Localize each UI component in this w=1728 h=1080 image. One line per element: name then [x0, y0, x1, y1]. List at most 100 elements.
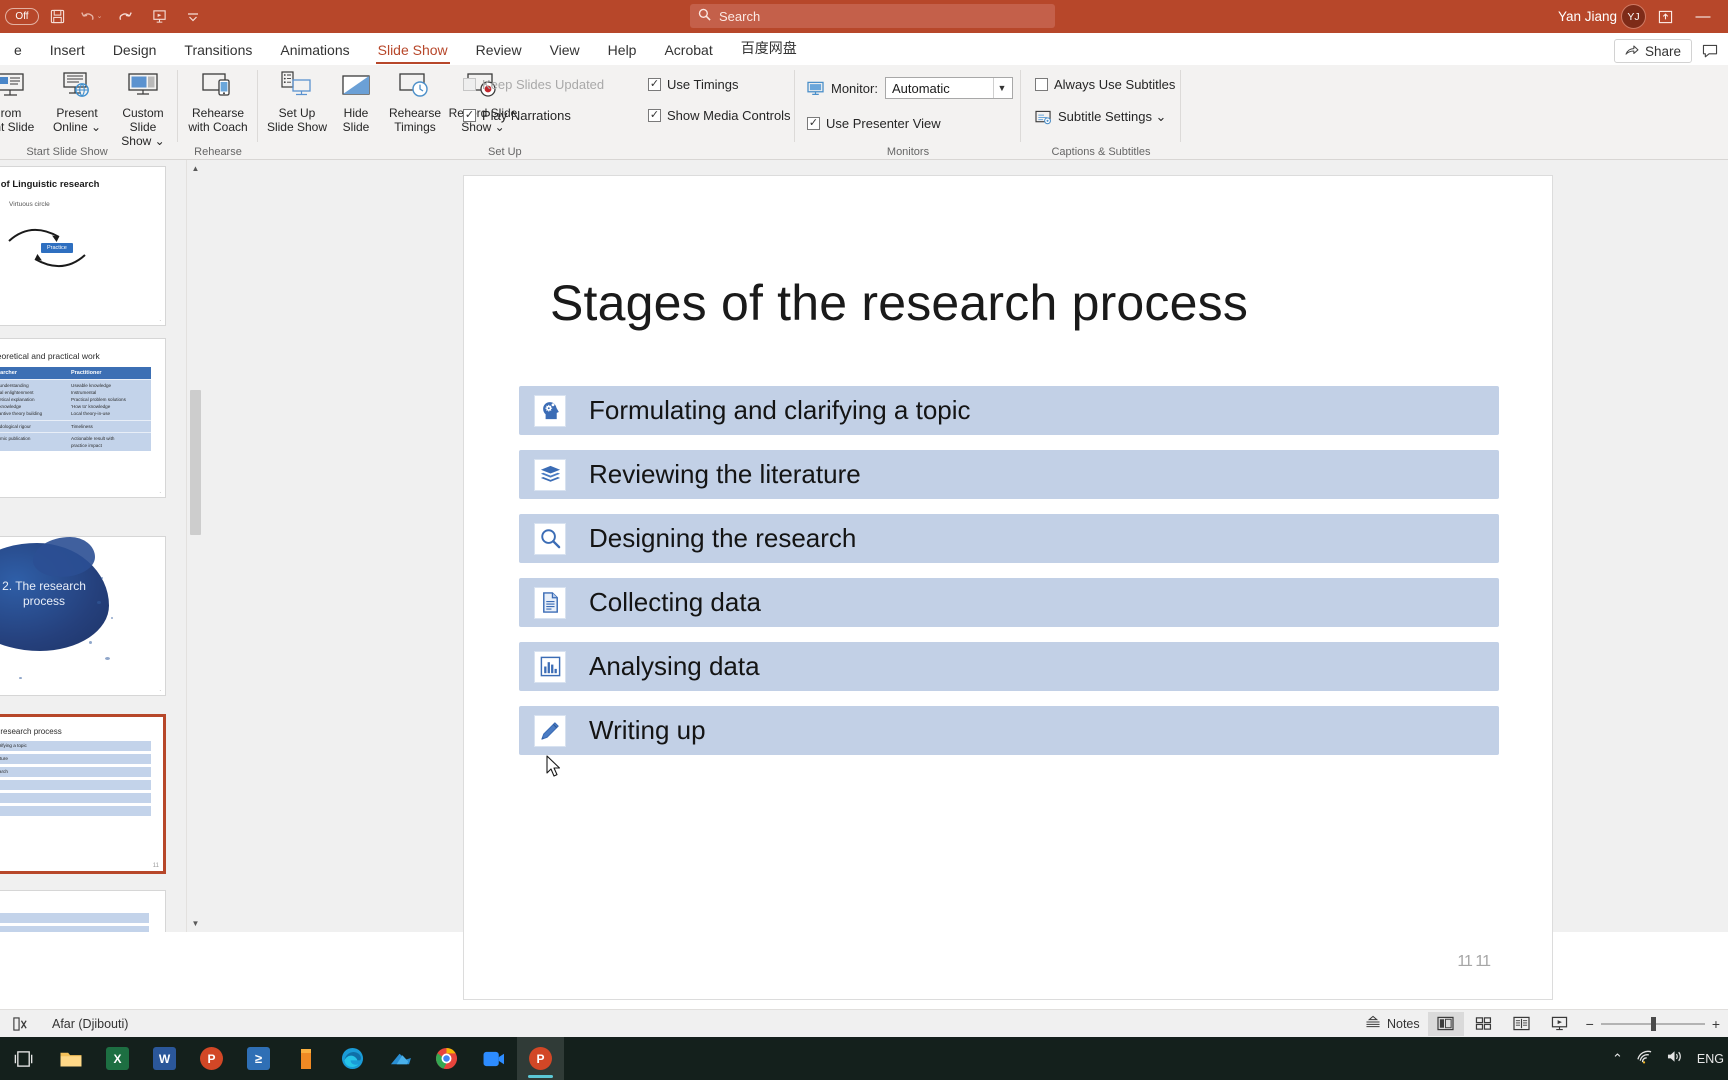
tab-animations[interactable]: Animations: [266, 39, 363, 65]
excel-icon[interactable]: X: [94, 1037, 141, 1080]
thumb-bar: [0, 780, 151, 790]
file-explorer-icon[interactable]: [47, 1037, 94, 1080]
thumb-tag-practice: Practice: [41, 243, 73, 253]
zoom-slider[interactable]: − +: [1586, 1016, 1720, 1032]
more-commands-icon[interactable]: [177, 3, 209, 31]
autosave-toggle[interactable]: Off: [5, 8, 39, 25]
slide-title[interactable]: Stages of the research process: [550, 274, 1248, 332]
checkbox-show-media-controls[interactable]: ✓ Show Media Controls: [648, 108, 791, 123]
checkbox-keep-slides-updated[interactable]: Keep Slides Updated: [463, 77, 604, 92]
notepad-icon[interactable]: [282, 1037, 329, 1080]
tab-view[interactable]: View: [536, 39, 594, 65]
thumbnail-slide-linguistic-research[interactable]: gs of Linguistic research Virtuous circl…: [0, 166, 166, 326]
tray-chevron-icon[interactable]: ⌃: [1612, 1051, 1623, 1067]
scroll-up-arrow-icon[interactable]: ▲: [187, 160, 204, 177]
rehearse-with-coach-button[interactable]: Rehearse with Coach: [183, 65, 253, 134]
slide-row-formulating[interactable]: Formulating and clarifying a topic: [519, 386, 1499, 435]
zoom-knob[interactable]: [1650, 1016, 1656, 1031]
checkbox-play-narrations[interactable]: ✓ Play Narrations: [463, 108, 604, 123]
zoom-in-button[interactable]: +: [1712, 1016, 1720, 1032]
tab-design[interactable]: Design: [99, 39, 171, 65]
tab-acrobat[interactable]: Acrobat: [650, 39, 726, 65]
rehearse-with-coach-label: Rehearse with Coach: [188, 106, 248, 135]
custom-slide-show-button[interactable]: Custom Slide Show ⌄: [110, 65, 176, 148]
current-slide[interactable]: Stages of the research process Formulati…: [463, 175, 1553, 1000]
edge-icon[interactable]: [329, 1037, 376, 1080]
notes-button[interactable]: Notes: [1359, 1012, 1426, 1036]
checkbox-use-presenter-view[interactable]: ✓ Use Presenter View: [807, 116, 1013, 131]
set-up-slide-show-button[interactable]: Set Up Slide Show: [264, 65, 330, 134]
tab-file[interactable]: e: [0, 39, 36, 65]
tab-baidu-netdisk[interactable]: 百度网盘: [727, 35, 811, 65]
slide-thumbnail-pane[interactable]: gs of Linguistic research Virtuous circl…: [0, 160, 186, 932]
reading-view-icon[interactable]: [1504, 1012, 1540, 1036]
thumbnail-slide-stages-of-research-process[interactable]: the research process d clarifying a topi…: [0, 714, 166, 874]
slide-row-analysing[interactable]: Analysing data: [519, 642, 1499, 691]
slide-row-writing-up[interactable]: Writing up: [519, 706, 1499, 755]
chrome-icon[interactable]: [423, 1037, 470, 1080]
hide-slide-button[interactable]: Hide Slide: [330, 65, 382, 134]
search-box[interactable]: Search: [690, 4, 1055, 28]
tab-review[interactable]: Review: [462, 39, 536, 65]
start-presentation-icon[interactable]: [143, 3, 175, 31]
comment-icon[interactable]: [1696, 39, 1724, 63]
tab-transitions[interactable]: Transitions: [170, 39, 266, 65]
document-icon: [534, 586, 566, 619]
tab-slide-show[interactable]: Slide Show: [364, 39, 462, 65]
onedrive-icon[interactable]: [376, 1037, 423, 1080]
normal-view-icon[interactable]: [1427, 1011, 1464, 1036]
tab-insert[interactable]: Insert: [36, 39, 99, 65]
slide-row-reviewing[interactable]: Reviewing the literature: [519, 450, 1499, 499]
title-bar: Off ⌄ The nature of language and linguis…: [0, 0, 1728, 33]
share-button[interactable]: Share: [1613, 39, 1692, 63]
language-status[interactable]: Afar (Djibouti): [46, 1012, 134, 1036]
checkbox-label: Keep Slides Updated: [482, 77, 605, 92]
redo-icon[interactable]: [109, 3, 141, 31]
tray-language[interactable]: ENG: [1697, 1052, 1724, 1066]
subtitle-settings-button[interactable]: Subtitle Settings ⌄: [1035, 109, 1175, 125]
thumbnail-scrollbar[interactable]: ▲ ▼: [186, 160, 204, 932]
accessibility-checker-icon[interactable]: [6, 1012, 34, 1036]
hide-slide-label: Hide Slide: [342, 106, 370, 135]
thumb-title: gs of Linguistic research: [0, 179, 100, 190]
monitor-select[interactable]: Automatic ▼: [884, 77, 1013, 99]
thumbnail-slide-theoretical-practical[interactable]: f theoretical and practical work Researc…: [0, 338, 166, 498]
word-icon[interactable]: W: [141, 1037, 188, 1080]
checkbox-always-use-subtitles[interactable]: Always Use Subtitles: [1035, 77, 1175, 92]
powerpoint-icon[interactable]: P: [188, 1037, 235, 1080]
task-view-icon[interactable]: [0, 1037, 47, 1080]
excel-glyph: X: [113, 1051, 122, 1066]
present-online-button[interactable]: Present Online ⌄: [44, 65, 110, 148]
slide-show-icon[interactable]: [1542, 1012, 1578, 1036]
powerpoint-active-glyph: P: [536, 1051, 545, 1066]
undo-icon[interactable]: ⌄: [75, 3, 107, 31]
thumbnail-slide-next[interactable]: [0, 890, 166, 932]
group-label-monitors: Monitors: [886, 146, 930, 158]
ribbon-display-options-icon[interactable]: [1650, 3, 1680, 31]
powerpoint-active-icon[interactable]: P: [517, 1037, 564, 1080]
zoom-out-button[interactable]: −: [1586, 1016, 1594, 1032]
thumbnail-slide-research-process-cover[interactable]: 2. The research process .: [0, 536, 166, 696]
scroll-down-arrow-icon[interactable]: ▼: [187, 915, 204, 932]
chevron-down-icon[interactable]: ▼: [992, 78, 1010, 98]
scrollbar-thumb[interactable]: [190, 390, 201, 535]
from-current-slide-button[interactable]: rom ent Slide: [0, 65, 44, 148]
zoom-app-icon[interactable]: [470, 1037, 517, 1080]
thumb-bar-label: research: [0, 768, 8, 774]
slide-sorter-icon[interactable]: [1466, 1012, 1502, 1036]
rehearse-timings-button[interactable]: Rehearse Timings: [382, 65, 448, 134]
volume-icon[interactable]: [1666, 1049, 1684, 1069]
slide-editing-canvas[interactable]: Stages of the research process Formulati…: [203, 160, 1728, 1000]
minimize-button[interactable]: —: [1684, 3, 1722, 31]
wifi-icon[interactable]: [1636, 1049, 1653, 1069]
thumb-page-number: .: [159, 317, 161, 323]
save-icon[interactable]: [41, 3, 73, 31]
tab-help[interactable]: Help: [594, 39, 651, 65]
slide-row-designing[interactable]: Designing the research: [519, 514, 1499, 563]
zoom-track[interactable]: [1600, 1016, 1705, 1031]
user-name[interactable]: Yan Jiang: [1558, 9, 1617, 24]
avatar[interactable]: YJ: [1621, 4, 1646, 29]
powershell-icon[interactable]: ≥: [235, 1037, 282, 1080]
checkbox-use-timings[interactable]: ✓ Use Timings: [648, 77, 791, 92]
slide-row-collecting[interactable]: Collecting data: [519, 578, 1499, 627]
